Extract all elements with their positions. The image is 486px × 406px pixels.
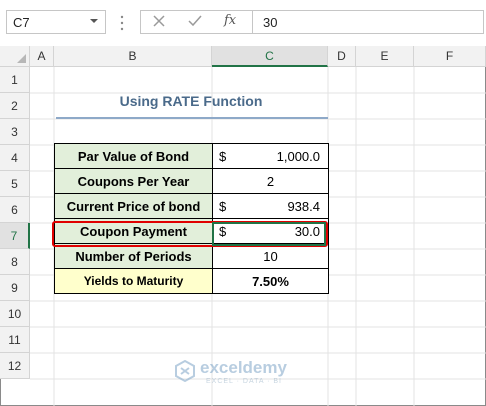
active-cell-border bbox=[212, 222, 326, 246]
insert-function-icon[interactable]: fx bbox=[224, 13, 236, 28]
cancel-icon[interactable] bbox=[150, 12, 168, 30]
formula-text: 30 bbox=[263, 15, 278, 30]
row-header-12[interactable]: 12 bbox=[0, 353, 30, 379]
exceldemy-logo-icon bbox=[175, 360, 195, 382]
select-all-button[interactable] bbox=[0, 46, 30, 67]
cell-value: 1,000.0 bbox=[276, 149, 320, 164]
row-header-7[interactable]: 7 bbox=[0, 223, 30, 249]
formula-bar: C7 fx 30 bbox=[0, 0, 486, 46]
formula-input[interactable]: 30 bbox=[252, 10, 484, 34]
value-cell[interactable]: 10 bbox=[212, 243, 329, 269]
row-header-6[interactable]: 6 bbox=[0, 197, 30, 223]
value-cell[interactable]: 7.50% bbox=[212, 268, 329, 294]
label-cell[interactable]: Current Price of bond bbox=[54, 193, 213, 219]
column-header-d[interactable]: D bbox=[328, 46, 356, 67]
column-header-e[interactable]: E bbox=[356, 46, 414, 67]
enter-check-icon[interactable] bbox=[186, 12, 204, 30]
row-header-9[interactable]: 9 bbox=[0, 275, 30, 301]
watermark-tagline: EXCEL · DATA · BI bbox=[206, 378, 282, 385]
title-underline bbox=[56, 117, 328, 119]
currency-symbol: $ bbox=[219, 149, 227, 164]
table-row: Par Value of Bond $1,000.0 bbox=[54, 143, 329, 169]
bond-table: Par Value of Bond $1,000.0 Coupons Per Y… bbox=[54, 143, 329, 294]
row-header-1[interactable]: 1 bbox=[0, 67, 30, 93]
table-row: Current Price of bond $938.4 bbox=[54, 193, 329, 219]
label-cell[interactable]: Yields to Maturity bbox=[54, 268, 213, 294]
label-cell[interactable]: Coupons Per Year bbox=[54, 168, 213, 194]
row-header-5[interactable]: 5 bbox=[0, 171, 30, 197]
watermark: exceldemy EXCEL · DATA · BI bbox=[170, 358, 320, 390]
row-header-4[interactable]: 4 bbox=[0, 145, 30, 171]
row-header-11[interactable]: 11 bbox=[0, 327, 30, 353]
more-options-icon[interactable] bbox=[120, 15, 124, 31]
label-cell[interactable]: Number of Periods bbox=[54, 243, 213, 269]
cell-value: 7.50% bbox=[252, 273, 289, 289]
column-header-a[interactable]: A bbox=[30, 46, 54, 67]
column-header-f[interactable]: F bbox=[414, 46, 486, 67]
row-header-2[interactable]: 2 bbox=[0, 93, 30, 119]
label-cell[interactable]: Par Value of Bond bbox=[54, 143, 213, 169]
value-cell[interactable]: $1,000.0 bbox=[212, 143, 329, 169]
cell-value: 938.4 bbox=[287, 199, 320, 214]
name-box[interactable]: C7 bbox=[6, 10, 106, 34]
table-row: Coupons Per Year 2 bbox=[54, 168, 329, 194]
column-header-b[interactable]: B bbox=[54, 46, 212, 67]
cell-value: 10 bbox=[263, 248, 278, 264]
row-header-10[interactable]: 10 bbox=[0, 301, 30, 327]
currency-symbol: $ bbox=[219, 199, 227, 214]
value-cell[interactable]: 2 bbox=[212, 168, 329, 194]
watermark-name: exceldemy bbox=[200, 358, 287, 377]
table-row: Number of Periods 10 bbox=[54, 243, 329, 269]
name-box-value: C7 bbox=[13, 15, 30, 30]
value-cell[interactable]: $938.4 bbox=[212, 193, 329, 219]
chevron-down-icon[interactable] bbox=[89, 16, 99, 26]
sheet-title[interactable]: Using RATE Function bbox=[56, 93, 326, 109]
table-row: Yields to Maturity 7.50% bbox=[54, 268, 329, 294]
row-header-3[interactable]: 3 bbox=[0, 119, 30, 145]
cell-value: 2 bbox=[266, 173, 275, 189]
column-header-c[interactable]: C bbox=[212, 46, 328, 67]
row-header-8[interactable]: 8 bbox=[0, 249, 30, 275]
